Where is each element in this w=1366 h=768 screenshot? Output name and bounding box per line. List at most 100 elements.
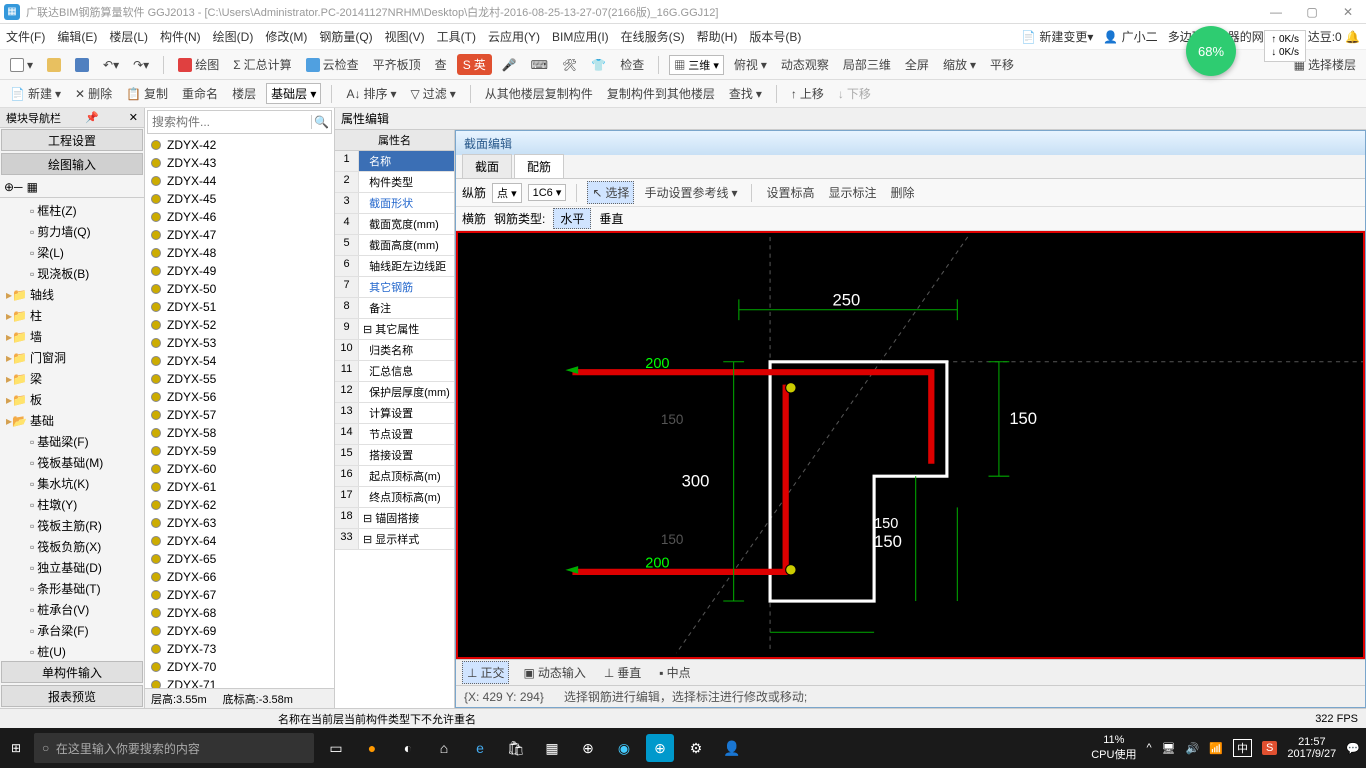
tray-up-icon[interactable]: ^ bbox=[1146, 742, 1151, 754]
flat-top-button[interactable]: 平齐板顶 bbox=[369, 54, 425, 75]
property-row[interactable]: 5 截面高度(mm) bbox=[335, 235, 454, 256]
tree-node[interactable]: ▸📁门窗洞 bbox=[2, 347, 142, 368]
editor-delete-button[interactable]: 删除 bbox=[887, 182, 919, 203]
tree-node[interactable]: ▸📁梁 bbox=[2, 368, 142, 389]
search-input[interactable] bbox=[148, 115, 311, 129]
menu-item[interactable]: 在线服务(S) bbox=[621, 28, 685, 45]
perpendicular-button[interactable]: ⊥ 垂直 bbox=[600, 662, 645, 683]
tree-node[interactable]: ▸📁墙 bbox=[2, 326, 142, 347]
list-item[interactable]: ZDYX-45 bbox=[145, 190, 334, 208]
shirt-icon[interactable]: 👕 bbox=[587, 56, 610, 74]
undo-icon[interactable]: ↶▾ bbox=[99, 56, 123, 74]
tray-icon[interactable]: 🖥 bbox=[1162, 742, 1176, 755]
keyboard-icon[interactable]: ⌨ bbox=[527, 56, 552, 74]
save-icon[interactable] bbox=[71, 56, 93, 74]
property-row[interactable]: 1 名称 bbox=[335, 151, 454, 172]
tree-node[interactable]: ▸📂基础 bbox=[2, 410, 142, 431]
redo-icon[interactable]: ↷▾ bbox=[129, 56, 153, 74]
property-row[interactable]: 11 汇总信息 bbox=[335, 361, 454, 382]
list-item[interactable]: ZDYX-42 bbox=[145, 136, 334, 154]
start-button[interactable]: ⊞ bbox=[6, 738, 26, 758]
property-row[interactable]: 7 其它钢筋 bbox=[335, 277, 454, 298]
show-label-button[interactable]: 显示标注 bbox=[825, 182, 881, 203]
tree-node[interactable]: ▫集水坑(K) bbox=[2, 473, 142, 494]
property-row[interactable]: 18⊟ 锚固搭接 bbox=[335, 508, 454, 529]
property-row[interactable]: 14 节点设置 bbox=[335, 424, 454, 445]
select-button[interactable]: ↖ 选择 bbox=[587, 181, 634, 204]
list-item[interactable]: ZDYX-59 bbox=[145, 442, 334, 460]
tab-rebar[interactable]: 配筋 bbox=[514, 154, 564, 178]
task-icon[interactable]: ◉ bbox=[610, 734, 638, 762]
property-row[interactable]: 3 截面形状 bbox=[335, 193, 454, 214]
task-icon[interactable]: ⊕ bbox=[646, 734, 674, 762]
ortho-button[interactable]: ⊥ 正交 bbox=[462, 661, 509, 684]
topview-button[interactable]: 俯视▾ bbox=[730, 54, 771, 75]
store-icon[interactable]: 🛍 bbox=[502, 734, 530, 762]
menu-item[interactable]: 编辑(E) bbox=[57, 28, 97, 45]
nav-close-icon[interactable]: ✕ bbox=[129, 111, 138, 124]
network-icon[interactable]: 📶 bbox=[1209, 742, 1223, 755]
edge-icon[interactable]: e bbox=[466, 734, 494, 762]
section-single-input[interactable]: 单构件输入 bbox=[1, 661, 143, 683]
check-button[interactable]: 查 bbox=[431, 54, 451, 75]
nav-tab-icon[interactable]: ⊕─ bbox=[4, 180, 23, 194]
check2-button[interactable]: 检查 bbox=[616, 54, 648, 75]
property-row[interactable]: 2 构件类型 bbox=[335, 172, 454, 193]
task-icon[interactable]: ⚙ bbox=[682, 734, 710, 762]
list-item[interactable]: ZDYX-44 bbox=[145, 172, 334, 190]
new-component-button[interactable]: 📄 新建▾ bbox=[6, 83, 65, 104]
zoom-button[interactable]: 缩放▾ bbox=[939, 54, 980, 75]
new-change-button[interactable]: 📄 新建变更▾ bbox=[1021, 28, 1093, 45]
task-icon[interactable]: ⌂ bbox=[430, 734, 458, 762]
list-item[interactable]: ZDYX-53 bbox=[145, 334, 334, 352]
floor-dropdown[interactable]: 基础层 ▾ bbox=[266, 83, 321, 104]
point-dropdown[interactable]: 点 ▾ bbox=[492, 183, 522, 203]
tab-section[interactable]: 截面 bbox=[462, 154, 512, 178]
move-up-button[interactable]: ↑ 上移 bbox=[787, 83, 828, 104]
property-row[interactable]: 9⊟ 其它属性 bbox=[335, 319, 454, 340]
property-row[interactable]: 17 终点顶标高(m) bbox=[335, 487, 454, 508]
dynamic-view-button[interactable]: 动态观察 bbox=[777, 54, 833, 75]
search-icon[interactable]: 🔍 bbox=[311, 115, 331, 129]
list-item[interactable]: ZDYX-67 bbox=[145, 586, 334, 604]
tree-node[interactable]: ▫基础梁(F) bbox=[2, 431, 142, 452]
user-label[interactable]: 👤 广小二 bbox=[1103, 28, 1157, 45]
menu-item[interactable]: 构件(N) bbox=[160, 28, 201, 45]
list-item[interactable]: ZDYX-61 bbox=[145, 478, 334, 496]
list-item[interactable]: ZDYX-70 bbox=[145, 658, 334, 676]
list-item[interactable]: ZDYX-54 bbox=[145, 352, 334, 370]
list-item[interactable]: ZDYX-48 bbox=[145, 244, 334, 262]
drawing-canvas[interactable]: 250 150 150 150 300 200 200 150 150 bbox=[456, 231, 1365, 659]
ime-indicator[interactable]: 中 bbox=[1233, 739, 1252, 757]
tree-node[interactable]: ▸📁轴线 bbox=[2, 284, 142, 305]
list-item[interactable]: ZDYX-71 bbox=[145, 676, 334, 688]
tree-node[interactable]: ▫筏板主筋(R) bbox=[2, 515, 142, 536]
property-row[interactable]: 13 计算设置 bbox=[335, 403, 454, 424]
maximize-button[interactable]: ▢ bbox=[1298, 3, 1326, 21]
mic-icon[interactable]: 🎤 bbox=[498, 56, 521, 74]
tree-node[interactable]: ▸📁柱 bbox=[2, 305, 142, 326]
copy-to-floor-button[interactable]: 复制构件到其他楼层 bbox=[603, 83, 719, 104]
ime-button[interactable]: S 英 bbox=[457, 54, 492, 75]
tree-node[interactable]: ▫条形基础(T) bbox=[2, 578, 142, 599]
tree-node[interactable]: ▫桩(U) bbox=[2, 641, 142, 660]
menu-item[interactable]: 文件(F) bbox=[6, 28, 45, 45]
list-item[interactable]: ZDYX-63 bbox=[145, 514, 334, 532]
sort-button[interactable]: A↓ 排序▾ bbox=[342, 83, 400, 104]
nav-tab-icon2[interactable]: ▦ bbox=[27, 180, 38, 194]
dynamic-input-button[interactable]: ▣ 动态输入 bbox=[519, 662, 589, 683]
ime-icon[interactable]: S bbox=[1262, 741, 1277, 755]
menu-item[interactable]: 楼层(L) bbox=[109, 28, 148, 45]
tree-node[interactable]: ▫承台梁(F) bbox=[2, 620, 142, 641]
list-item[interactable]: ZDYX-68 bbox=[145, 604, 334, 622]
pan-button[interactable]: 平移 bbox=[986, 54, 1018, 75]
property-row[interactable]: 6 轴线距左边线距 bbox=[335, 256, 454, 277]
tree-node[interactable]: ▸📁板 bbox=[2, 389, 142, 410]
new-file-icon[interactable]: ▾ bbox=[6, 56, 37, 74]
horizontal-button[interactable]: 水平 bbox=[553, 208, 591, 229]
taskview-icon[interactable]: ▭ bbox=[322, 734, 350, 762]
list-item[interactable]: ZDYX-73 bbox=[145, 640, 334, 658]
list-item[interactable]: ZDYX-60 bbox=[145, 460, 334, 478]
volume-icon[interactable]: 🔊 bbox=[1186, 742, 1200, 755]
view3d-dropdown[interactable]: ▦ 三维 ▾ bbox=[669, 55, 724, 75]
